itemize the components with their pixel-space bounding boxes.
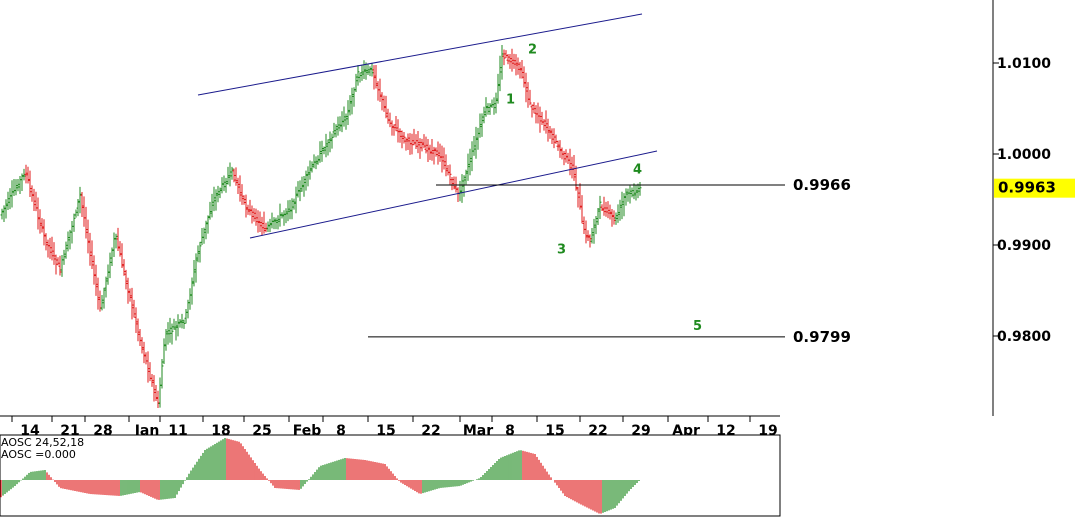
wave-label-1: 1 <box>506 92 515 107</box>
price-tick-label: 1.0100 <box>997 56 1051 72</box>
oscillator-panel <box>0 434 781 517</box>
wave-label-3: 3 <box>557 243 566 258</box>
chart: 0.9966 0.9799 1 2 3 4 5 1.0100 1.0000 0.99… <box>0 0 1075 517</box>
candles <box>0 44 642 409</box>
wave-label-2: 2 <box>528 42 537 57</box>
channel-line <box>197 13 643 96</box>
level-label-0-9966: 0.9966 <box>793 176 851 194</box>
wave-label-5: 5 <box>693 319 702 334</box>
wave-label-4: 4 <box>633 163 642 178</box>
oscillator-value: AOSC =0.000 <box>1 448 76 461</box>
level-label-0-9799: 0.9799 <box>793 328 851 346</box>
price-tick-label: 0.9900 <box>997 238 1051 254</box>
price-tick-label: 0.9800 <box>997 329 1051 345</box>
trend-channel <box>197 13 658 239</box>
price-tick-label: 1.0000 <box>997 147 1051 163</box>
current-price-label: 0.9963 <box>998 179 1056 197</box>
price-ticks: 1.0100 1.0000 0.9900 0.9800 <box>993 56 1051 345</box>
